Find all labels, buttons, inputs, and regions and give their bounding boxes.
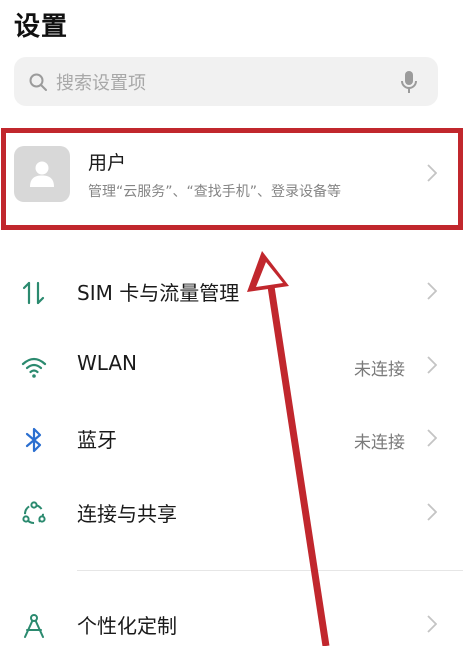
user-title: 用户 xyxy=(88,152,127,174)
wifi-icon xyxy=(21,357,47,378)
data-transfer-icon xyxy=(22,281,45,305)
chevron-right-icon xyxy=(427,282,437,300)
settings-item-wlan[interactable]: WLAN 未连接 xyxy=(0,336,463,396)
settings-item-label: WLAN xyxy=(77,351,138,375)
divider xyxy=(77,570,463,571)
user-subtitle: 管理“云服务”、“查找手机”、登录设备等 xyxy=(88,184,342,200)
connection-status: 未连接 xyxy=(354,433,405,453)
settings-item-label: SIM 卡与流量管理 xyxy=(77,281,240,305)
chevron-right-icon xyxy=(427,615,437,633)
search-icon xyxy=(29,73,47,91)
settings-item-connection-sharing[interactable]: 连接与共享 xyxy=(0,483,463,543)
settings-item-personalization[interactable]: 个性化定制 xyxy=(0,595,463,655)
settings-item-sim-data[interactable]: SIM 卡与流量管理 xyxy=(0,262,463,322)
settings-item-label: 个性化定制 xyxy=(77,614,177,638)
chevron-right-icon xyxy=(427,503,437,521)
microphone-icon[interactable] xyxy=(400,69,418,95)
settings-item-label: 蓝牙 xyxy=(77,428,117,452)
user-account-item[interactable]: 用户 管理“云服务”、“查找手机”、登录设备等 xyxy=(0,126,463,231)
search-placeholder: 搜索设置项 xyxy=(56,73,146,94)
chevron-right-icon xyxy=(427,429,437,447)
connection-status: 未连接 xyxy=(354,360,405,380)
person-icon xyxy=(30,161,54,187)
annotation-highlight-box xyxy=(1,128,463,230)
avatar xyxy=(14,146,70,202)
settings-item-bluetooth[interactable]: 蓝牙 未连接 xyxy=(0,409,463,469)
chevron-right-icon xyxy=(427,164,437,182)
personalization-icon xyxy=(24,614,44,638)
chevron-right-icon xyxy=(427,356,437,374)
page-title: 设置 xyxy=(14,12,69,42)
search-input[interactable]: 搜索设置项 xyxy=(14,57,438,106)
share-network-icon xyxy=(22,501,46,524)
settings-item-label: 连接与共享 xyxy=(77,502,177,526)
bluetooth-icon xyxy=(25,427,42,453)
